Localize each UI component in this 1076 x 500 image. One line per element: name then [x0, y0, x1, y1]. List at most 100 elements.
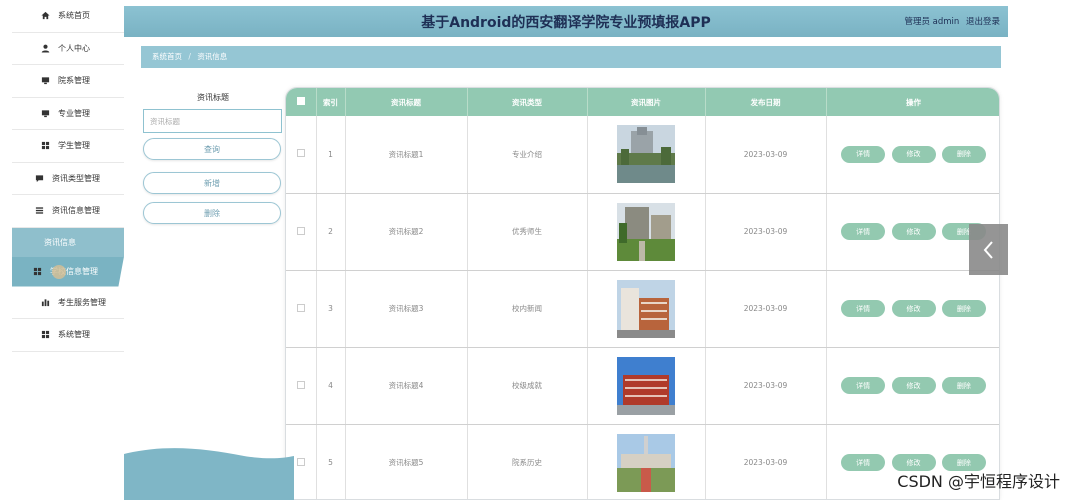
col-header: 索引 [316, 88, 346, 116]
user-icon [38, 44, 52, 53]
sidebar-item-profile[interactable]: 个人中心 [12, 33, 124, 65]
detail-button[interactable]: 详情 [841, 145, 886, 163]
edit-button[interactable]: 修改 [891, 223, 936, 240]
row-title: 资讯标题1 [345, 116, 468, 194]
row-actions: 详情 修改 删除 [826, 347, 999, 425]
sidebar-item-label: 系统首页 [58, 11, 90, 21]
delete-button[interactable]: 删除 [143, 202, 281, 224]
breadcrumb-current: 资讯信息 [197, 52, 228, 61]
message-icon [32, 174, 46, 183]
sidebar-item-label: 系统管理 [58, 330, 90, 340]
row-date: 2023-03-09 [705, 116, 827, 194]
search-label: 资讯标题 [197, 93, 229, 102]
admin-label: 管理员 admin [904, 17, 960, 27]
row-checkbox[interactable] [296, 149, 305, 158]
sidebar-item-label: 学生管理 [58, 141, 90, 151]
col-header: 资讯图片 [587, 88, 706, 116]
col-header: 资讯标题 [345, 88, 468, 116]
row-date: 2023-03-09 [705, 424, 827, 499]
sidebar-item-major[interactable]: 专业管理 [12, 98, 124, 130]
row-title: 资讯标题3 [345, 270, 468, 348]
row-delete-button[interactable]: 删除 [941, 377, 986, 394]
query-button[interactable]: 查询 [143, 138, 281, 160]
select-all-checkbox[interactable] [296, 97, 305, 105]
monitor-icon [38, 109, 52, 118]
row-delete-button[interactable]: 删除 [941, 300, 986, 317]
row-title: 资讯标题4 [345, 347, 468, 425]
sidebar-item-news-info[interactable]: 资讯信息管理 [12, 195, 124, 228]
table-header-row: 索引 资讯标题 资讯类型 资讯图片 发布日期 操作 [286, 88, 999, 116]
detail-button[interactable]: 详情 [841, 377, 886, 394]
col-header: 资讯类型 [467, 88, 588, 116]
row-index: 5 [316, 424, 346, 499]
row-type: 优秀师生 [467, 193, 588, 271]
detail-button[interactable]: 详情 [841, 300, 886, 317]
sidebar-item-label: 资讯信息管理 [52, 206, 100, 216]
sidebar-item-exam-service[interactable]: 考生服务管理 [12, 287, 124, 319]
sidebar-item-school-info[interactable]: 学校信息管理 [12, 256, 124, 287]
breadcrumb: 系统首页 / 资讯信息 [141, 46, 1001, 68]
collapse-arrow-button[interactable] [969, 224, 1008, 275]
row-checkbox[interactable] [296, 226, 305, 235]
sidebar-item-news-type[interactable]: 资讯类型管理 [12, 163, 124, 195]
table-row: 5 资讯标题5 院系历史 2023-03-09 详情 修改 删除 [286, 424, 999, 499]
row-image-cell [587, 116, 706, 194]
news-thumbnail [617, 125, 675, 184]
row-type: 校级成就 [467, 347, 588, 425]
sidebar-item-student[interactable]: 学生管理 [12, 130, 124, 163]
edit-button[interactable]: 修改 [891, 300, 936, 317]
sidebar-item-label: 资讯类型管理 [52, 173, 100, 183]
table-row: 1 资讯标题1 专业介绍 2023-03-09 详情 修改 删除 [286, 116, 999, 194]
breadcrumb-home[interactable]: 系统首页 [152, 52, 182, 61]
sidebar-item-label: 个人中心 [58, 43, 90, 53]
row-date: 2023-03-09 [705, 347, 827, 425]
edit-button[interactable]: 修改 [891, 145, 936, 163]
news-thumbnail [617, 279, 675, 338]
sidebar: 系统首页 个人中心 院系管理 专业管理 学生管理 资讯类型管理 资讯信息管理 资… [12, 0, 124, 500]
sidebar-item-label: 考生服务管理 [58, 297, 106, 307]
breadcrumb-separator: / [188, 52, 191, 61]
news-table: 索引 资讯标题 资讯类型 资讯图片 发布日期 操作 1 资讯标题1 专业介绍 2… [285, 87, 1000, 500]
row-title: 资讯标题2 [345, 193, 468, 271]
bar-chart-icon [38, 298, 52, 307]
app-title: 基于Android的西安翻译学院专业预填报APP [421, 15, 711, 31]
sidebar-item-system[interactable]: 系统管理 [12, 319, 124, 352]
select-all-cell [286, 88, 317, 116]
row-index: 2 [316, 193, 346, 271]
row-index: 3 [316, 270, 346, 348]
edit-button[interactable]: 修改 [891, 377, 936, 394]
chevron-left-icon [983, 240, 993, 259]
detail-button[interactable]: 详情 [841, 454, 886, 471]
sidebar-item-label: 院系管理 [58, 76, 90, 86]
news-thumbnail [617, 433, 675, 492]
add-button[interactable]: 新增 [143, 172, 281, 194]
sidebar-item-department[interactable]: 院系管理 [12, 65, 124, 98]
row-image-cell [587, 193, 706, 271]
row-checkbox[interactable] [296, 457, 305, 466]
sidebar-item-home[interactable]: 系统首页 [12, 0, 124, 33]
decorative-wave [124, 448, 294, 500]
table-row: 2 资讯标题2 优秀师生 2023-03-09 详情 修改 删除 [286, 193, 999, 271]
row-actions: 详情 修改 删除 [826, 116, 999, 194]
list-icon [32, 206, 46, 215]
row-title: 资讯标题5 [345, 424, 468, 499]
col-header: 操作 [826, 88, 999, 116]
grid-icon [38, 141, 52, 150]
row-type: 专业介绍 [467, 116, 588, 194]
row-index: 4 [316, 347, 346, 425]
row-checkbox[interactable] [296, 303, 305, 312]
search-input[interactable] [143, 109, 282, 133]
home-icon [38, 11, 52, 20]
row-checkbox[interactable] [296, 380, 305, 389]
row-delete-button[interactable]: 删除 [941, 145, 986, 163]
sidebar-subitem-label: 资讯信息 [44, 237, 76, 247]
row-image-cell [587, 424, 706, 499]
row-date: 2023-03-09 [705, 270, 827, 348]
logout-link[interactable]: 退出登录 [966, 17, 1000, 27]
watermark: CSDN @宇恒程序设计 [897, 472, 1060, 491]
row-image-cell [587, 270, 706, 348]
detail-button[interactable]: 详情 [841, 223, 886, 240]
sidebar-subitem-news[interactable]: 资讯信息 [12, 227, 124, 257]
row-type: 院系历史 [467, 424, 588, 499]
user-area: 管理员 admin 退出登录 [900, 15, 1000, 27]
